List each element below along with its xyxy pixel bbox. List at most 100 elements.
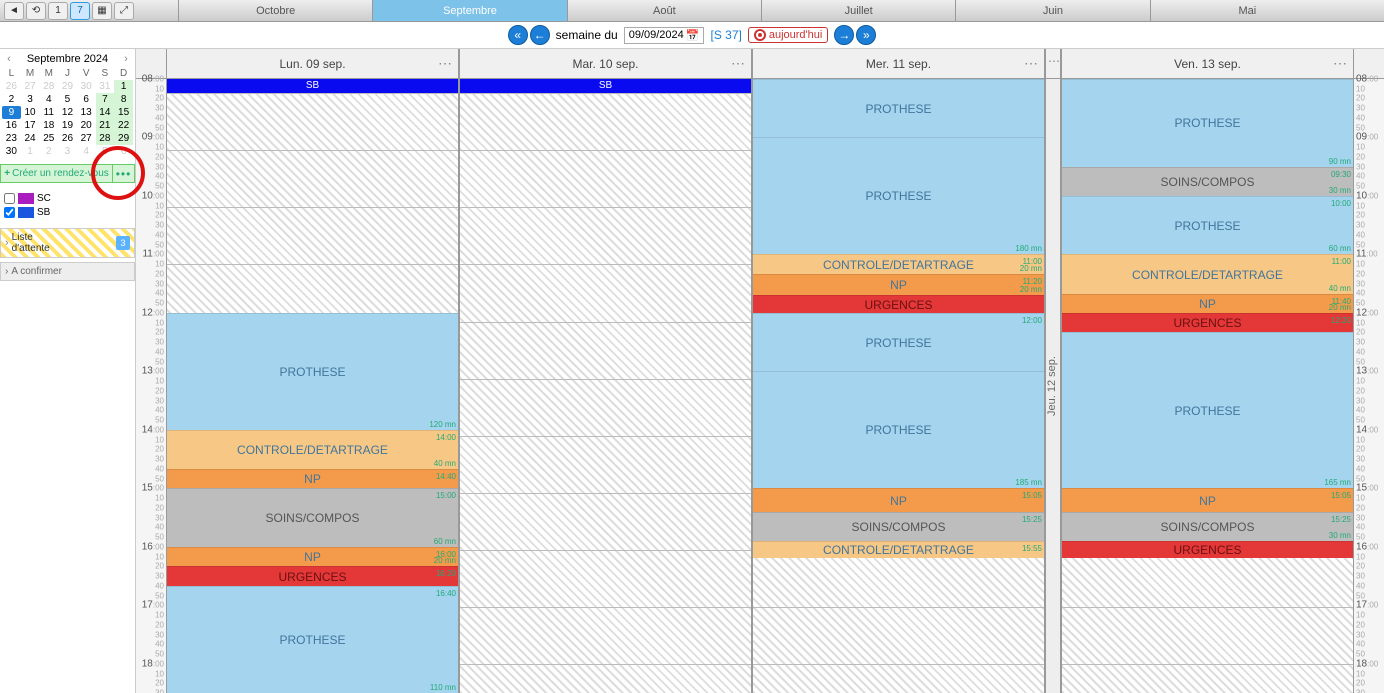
day-slots[interactable]: SBPROTHESE90 mnSOINS/COMPOS09:3030 mnPRO… [1062,79,1353,693]
appointment-block[interactable]: PROTHESE12:00 [753,313,1044,371]
appointment-block[interactable]: PROTHESE90 mn [1062,79,1353,167]
minical-day[interactable]: 3 [58,145,77,158]
minical-day[interactable]: 16 [2,119,21,132]
view-month-btn[interactable]: ▦ [92,2,112,20]
legend-sb[interactable]: SB [4,207,131,218]
day-slots[interactable]: SBPROTHESE120 mnCONTROLE/DETARTRAGE14:00… [167,79,458,693]
appointment-block[interactable]: PROTHESE185 mn [753,371,1044,488]
appointment-block[interactable]: NP15:05 [753,488,1044,511]
month-tab-mai[interactable]: Mai [1150,0,1344,21]
month-tab-juin[interactable]: Juin [955,0,1149,21]
legend-sb-checkbox[interactable] [4,207,15,218]
minical-day[interactable]: 1 [114,80,133,93]
appointment-block[interactable]: NP11:4020 mn [1062,294,1353,313]
view-expand-btn[interactable]: ⤢ [114,2,134,20]
day-column-collapsed[interactable]: ⋯Jeu. 12 sep. [1045,49,1061,693]
expand-day-btn[interactable]: ⋯ [1048,54,1054,68]
minical-day[interactable]: 27 [77,132,96,145]
appointment-block[interactable]: PROTHESE180 mn [753,137,1044,254]
appointment-block[interactable]: URGENCES [1062,541,1353,559]
minical-day[interactable]: 29 [58,80,77,93]
minical-day[interactable]: 6 [77,93,96,106]
minical-day[interactable]: 8 [114,93,133,106]
create-more-btn[interactable]: ••• [113,164,135,183]
minical-day[interactable]: 17 [21,119,40,132]
prev-week-btn[interactable]: ← [530,25,550,45]
day-slots[interactable]: SB [460,79,751,693]
appointment-block[interactable]: PROTHESE10:0060 mn [1062,196,1353,254]
day-slots[interactable]: SBPROTHESEPROTHESE180 mnCONTROLE/DETARTR… [753,79,1044,693]
minical-day[interactable]: 20 [77,119,96,132]
minical-day[interactable]: 4 [39,93,58,106]
minical-day[interactable]: 13 [77,106,96,119]
minical-day[interactable]: 15 [114,106,133,119]
appointment-block[interactable]: CONTROLE/DETARTRAGE11:0040 mn [1062,254,1353,293]
minical-day[interactable]: 14 [96,106,115,119]
waiting-list-btn[interactable]: › Listed'attente 3 [0,228,135,258]
minical-day[interactable]: 19 [58,119,77,132]
appointment-block[interactable]: PROTHESE [753,79,1044,137]
legend-sc-checkbox[interactable] [4,193,15,204]
minical-day[interactable]: 12 [58,106,77,119]
minical-day[interactable]: 30 [77,80,96,93]
appointment-block[interactable]: SOINS/COMPOS09:3030 mn [1062,167,1353,196]
day-menu-btn[interactable]: ⋯ [1024,55,1038,72]
minical-day[interactable]: 7 [96,93,115,106]
appointment-block[interactable]: PROTHESE16:40110 mn [167,586,458,693]
appointment-block[interactable]: NP11:2020 mn [753,274,1044,296]
minical-day[interactable]: 27 [21,80,40,93]
minical-day[interactable]: 26 [58,132,77,145]
appointment-block[interactable]: NP14:40 [167,469,458,488]
appointment-block[interactable]: SOINS/COMPOS15:0060 mn [167,488,458,546]
view-day-btn[interactable]: 1 [48,2,68,20]
minical-day[interactable]: 28 [96,132,115,145]
month-tab-septembre[interactable]: Septembre [372,0,566,21]
day-menu-btn[interactable]: ⋯ [731,55,745,72]
appointment-block[interactable]: URGENCES16:20 [167,566,458,586]
nav-back-btn[interactable]: ◄ [4,2,24,20]
minical-day[interactable]: 30 [2,145,21,158]
appointment-block[interactable]: URGENCES12:20 [1062,313,1353,332]
appointment-block[interactable]: NP15:05 [1062,488,1353,511]
week-date-field[interactable]: 09/09/2024📅 [624,27,705,44]
day-menu-btn[interactable]: ⋯ [438,55,452,72]
appointment-block[interactable]: NP16:0020 mn [167,547,458,566]
appointment-block[interactable]: CONTROLE/DETARTRAGE14:0040 mn [167,430,458,469]
to-confirm-btn[interactable]: › A confirmer [0,262,135,281]
minical-day[interactable]: 9 [2,106,21,119]
today-btn[interactable]: aujourd'hui [748,27,828,43]
minical-day[interactable]: 2 [2,93,21,106]
appointment-block[interactable]: PROTHESE120 mn [167,313,458,430]
day-menu-btn[interactable]: ⋯ [1333,55,1347,72]
minical-day[interactable]: 5 [96,145,115,158]
minical-day[interactable]: 21 [96,119,115,132]
minical-next-btn[interactable]: › [121,53,131,65]
minical-day[interactable]: 4 [77,145,96,158]
appointment-block[interactable]: URGENCES [753,295,1044,313]
minical-day[interactable]: 26 [2,80,21,93]
month-tab-août[interactable]: Août [567,0,761,21]
minical-day[interactable]: 23 [2,132,21,145]
create-appointment-btn[interactable]: + Créer un rendez-vous [0,164,113,183]
prev-month-btn[interactable]: « [508,25,528,45]
appointment-block[interactable]: SOINS/COMPOS15:25 [753,512,1044,541]
appointment-block[interactable]: PROTHESE165 mn [1062,332,1353,488]
appointment-block[interactable]: CONTROLE/DETARTRAGE11:0020 mn [753,254,1044,273]
next-week-btn[interactable]: → [834,25,854,45]
minical-day[interactable]: 10 [21,106,40,119]
legend-sc[interactable]: SC [4,193,131,204]
minical-day[interactable]: 11 [39,106,58,119]
minical-day[interactable]: 22 [114,119,133,132]
minical-day[interactable]: 31 [96,80,115,93]
month-tab-octobre[interactable]: Octobre [178,0,372,21]
appointment-block[interactable]: SOINS/COMPOS15:2530 mn [1062,512,1353,541]
minical-day[interactable]: 2 [39,145,58,158]
next-month-btn[interactable]: » [856,25,876,45]
month-tab-juillet[interactable]: Juillet [761,0,955,21]
minical-day[interactable]: 29 [114,132,133,145]
view-week-btn[interactable]: 7 [70,2,90,20]
minical-day[interactable]: 6 [114,145,133,158]
minical-day[interactable]: 18 [39,119,58,132]
minical-day[interactable]: 5 [58,93,77,106]
minical-prev-btn[interactable]: ‹ [4,53,14,65]
